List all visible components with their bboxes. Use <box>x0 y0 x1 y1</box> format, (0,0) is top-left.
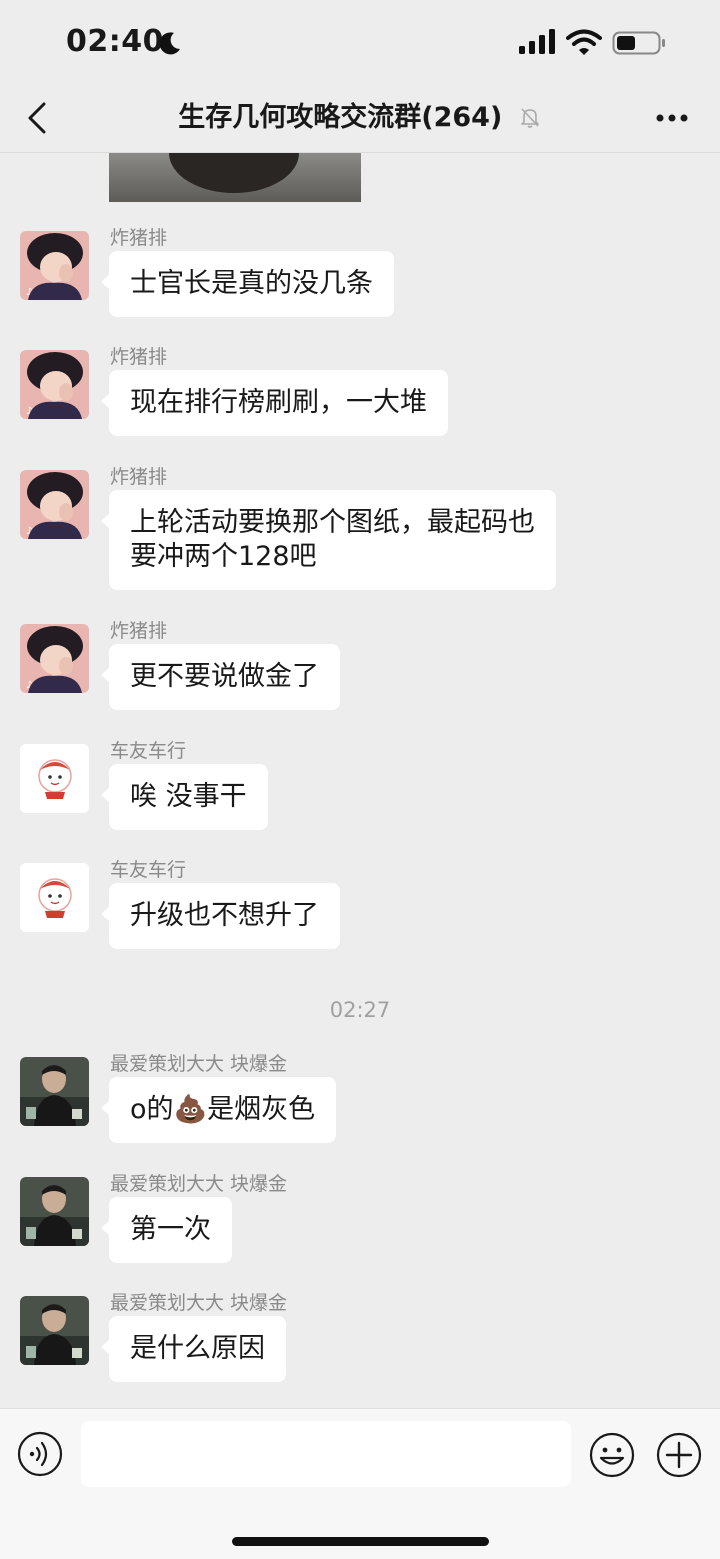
avatar[interactable] <box>20 1057 89 1126</box>
message-line: 现在排行榜刷刷，一大堆 <box>130 387 427 418</box>
input-bar <box>0 1408 720 1559</box>
message-bubble[interactable]: o的💩是烟灰色 <box>100 1077 337 1143</box>
message-bubble[interactable]: 更不要说做金了 <box>101 644 340 710</box>
avatar[interactable]: ♪ <box>20 624 89 693</box>
message-list[interactable]: ♪ 炸猪排 士官长是真的没几条 ♪ 炸猪排 现在排行榜刷刷，一大堆 ♪ 炸猪排 … <box>0 153 720 1408</box>
message-line: o的💩是烟灰色 <box>130 1094 316 1125</box>
message-line: 第一次 <box>130 1214 211 1245</box>
message-line: 要冲两个128吧 <box>130 541 317 572</box>
chat-title: 生存几何攻略交流群(264) <box>178 102 503 133</box>
more-dots-icon[interactable] <box>652 100 692 136</box>
message-bubble[interactable]: 第一次 <box>101 1197 232 1263</box>
home-indicator <box>232 1537 489 1546</box>
avatar[interactable]: ♪ <box>20 470 89 539</box>
avatar[interactable]: ♪ <box>20 231 89 300</box>
message-bubble[interactable]: 升级也不想升了 <box>101 883 340 949</box>
svg-text:♪: ♪ <box>26 287 32 298</box>
battery-icon <box>612 31 665 55</box>
message-line: 更不要说做金了 <box>130 661 319 692</box>
sender-name: 最爱策划大大 块爆金 <box>110 1292 288 1314</box>
avatar[interactable]: ♪ <box>20 350 89 419</box>
sender-name: 炸猪排 <box>110 227 168 249</box>
avatar[interactable] <box>20 1177 89 1246</box>
status-bar: 02:40 <box>0 0 720 86</box>
sender-name: 炸猪排 <box>110 466 168 488</box>
sender-name: 炸猪排 <box>110 620 168 642</box>
message-bubble[interactable]: 唉 没事干 <box>101 764 268 830</box>
message-line: 是什么原因 <box>130 1333 265 1364</box>
signal-icon <box>519 29 555 54</box>
time-separator: 02:27 <box>329 998 391 1022</box>
message-line: 上轮活动要换那个图纸，最起码也 <box>130 507 535 538</box>
sender-name: 最爱策划大大 块爆金 <box>110 1053 288 1075</box>
message-line: 士官长是真的没几条 <box>130 268 373 299</box>
bell-off-icon <box>520 108 539 128</box>
plus-icon[interactable] <box>655 1431 703 1479</box>
sender-name: 炸猪排 <box>110 346 168 368</box>
message-bubble[interactable]: 士官长是真的没几条 <box>101 251 394 317</box>
image-content <box>169 153 299 193</box>
message-line: 唉 没事干 <box>130 781 247 812</box>
svg-text:♪: ♪ <box>26 406 32 417</box>
moon-icon <box>159 32 180 55</box>
avatar[interactable] <box>20 1296 89 1365</box>
message-bubble[interactable]: 现在排行榜刷刷，一大堆 <box>101 370 448 436</box>
chat-header: 生存几何攻略交流群(264) <box>0 86 720 153</box>
message-line: 升级也不想升了 <box>130 900 319 931</box>
wifi-icon <box>566 29 602 55</box>
avatar[interactable] <box>20 744 89 813</box>
sender-name: 车友车行 <box>110 859 187 881</box>
svg-text:♪: ♪ <box>26 526 32 537</box>
sender-name: 最爱策划大大 块爆金 <box>110 1173 288 1195</box>
message-bubble[interactable]: 上轮活动要换那个图纸，最起码也 要冲两个128吧 <box>101 490 556 590</box>
voice-icon[interactable] <box>17 1431 63 1477</box>
avatar[interactable] <box>20 863 89 932</box>
message-input[interactable] <box>81 1421 571 1487</box>
message-bubble[interactable]: 是什么原因 <box>101 1316 286 1382</box>
chat-title-wrap: 生存几何攻略交流群(264) <box>0 98 720 138</box>
status-time: 02:40 <box>66 24 164 59</box>
emoji-icon[interactable] <box>588 1431 636 1479</box>
svg-text:♪: ♪ <box>26 680 32 691</box>
sender-name: 车友车行 <box>110 740 187 762</box>
image-message[interactable] <box>109 153 361 202</box>
